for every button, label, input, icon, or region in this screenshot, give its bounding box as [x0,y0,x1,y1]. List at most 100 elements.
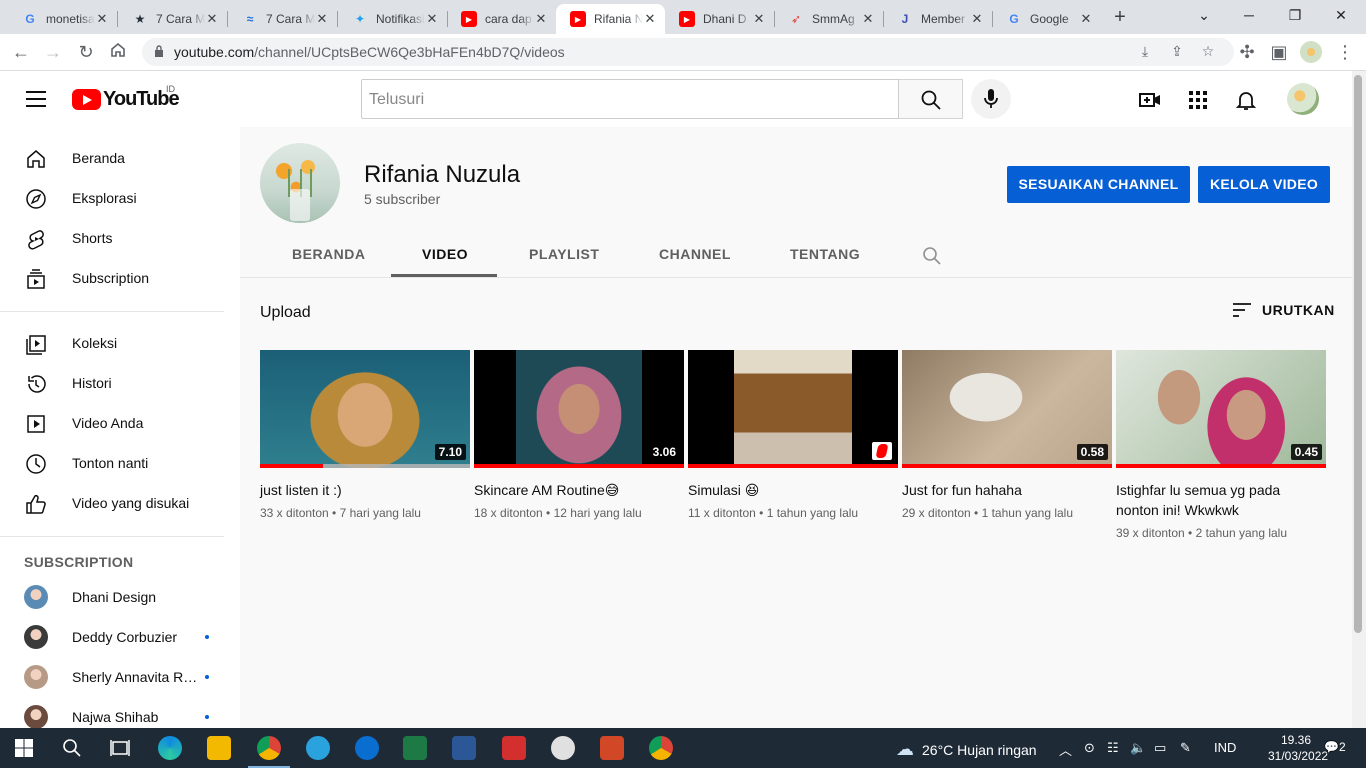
sort-button[interactable]: URUTKAN [1232,302,1335,318]
bookmark-star-icon[interactable]: ☆ [1199,43,1217,61]
video-thumbnail[interactable]: 0.45 [1116,350,1326,468]
bluetooth-icon[interactable] [355,736,379,760]
create-video-icon[interactable] [1138,88,1162,112]
word-icon[interactable] [452,736,476,760]
new-tab-button[interactable]: + [1108,6,1132,30]
tab-beranda[interactable]: BERANDA [292,246,366,262]
tab-playlist[interactable]: PLAYLIST [529,246,599,262]
scrollbar-thumb[interactable] [1354,75,1362,633]
browser-tab[interactable]: ▶ cara dap ✕ [447,4,556,34]
tab-close-icon[interactable]: ✕ [534,11,548,27]
browser-tab[interactable]: ▶ Rifania N ✕ [556,4,665,34]
share-icon[interactable]: ⇪ [1168,43,1186,61]
video-title[interactable]: Istighfar lu semua yg pada nonton ini! W… [1116,480,1326,520]
tab-close-icon[interactable]: ✕ [970,11,984,27]
network-icon[interactable]: ☷ [1107,740,1119,756]
video-title[interactable]: Skincare AM Routine😅 [474,480,684,500]
chrome-profile-icon[interactable] [649,736,673,760]
language-indicator[interactable]: IND [1214,740,1236,755]
battery-icon[interactable]: ▭ [1154,740,1166,756]
chrome-icon[interactable] [257,736,281,760]
meet-now-icon[interactable]: ⊙ [1084,740,1095,756]
tab-search-chevron-icon[interactable]: ⌄ [1181,4,1227,28]
pen-icon[interactable]: ✎ [1180,740,1191,756]
forward-arrow-icon[interactable]: → [42,41,64,63]
browser-tab[interactable]: ✦ Notifikasi ✕ [338,4,447,34]
video-title[interactable]: just listen it :) [260,480,470,500]
notification-center-icon[interactable]: 💬2 [1324,740,1346,754]
browser-tab[interactable]: ▶ Dhani D ✕ [665,4,774,34]
video-thumbnail[interactable]: 3.06 [474,350,684,468]
acrobat-icon[interactable] [502,736,526,760]
browser-menu-icon[interactable]: ⋮ [1334,41,1356,63]
powerpoint-icon[interactable] [600,736,624,760]
tab-close-icon[interactable]: ✕ [95,11,109,27]
tab-close-icon[interactable]: ✕ [425,11,439,27]
manage-videos-button[interactable]: KELOLA VIDEO [1198,166,1330,203]
sidebar-item-histori[interactable]: Histori [0,363,240,403]
video-thumbnail[interactable] [688,350,898,468]
video-title[interactable]: Just for fun hahaha [902,480,1112,500]
tab-close-icon[interactable]: ✕ [643,11,657,27]
sidebar-item-eksplorasi[interactable]: Eksplorasi [0,178,240,218]
file-explorer-icon[interactable] [207,736,231,760]
sidebar-item-beranda[interactable]: Beranda [0,138,240,178]
tab-tentang[interactable]: TENTANG [790,246,860,262]
youtube-logo[interactable]: YouTube ID [72,84,180,111]
customize-channel-button[interactable]: SESUAIKAN CHANNEL [1007,166,1190,203]
extensions-puzzle-icon[interactable]: ✣ [1236,41,1258,63]
side-panel-icon[interactable]: ▣ [1268,41,1290,63]
tab-video[interactable]: VIDEO [422,246,468,262]
video-card[interactable]: 3.06 Skincare AM Routine😅 18 x ditonton • … [474,350,684,520]
search-button[interactable] [899,79,963,119]
sidebar-item-koleksi[interactable]: Koleksi [0,323,240,363]
voice-search-button[interactable] [971,79,1011,119]
reload-icon[interactable]: ↻ [75,41,97,63]
browser-tab[interactable]: ★ 7 Cara M ✕ [118,4,227,34]
account-avatar[interactable] [1287,83,1319,115]
notifications-bell-icon[interactable] [1234,88,1258,112]
tray-chevron-icon[interactable]: ︿ [1059,740,1072,759]
browser-tab[interactable]: ➶ SmmAg ✕ [774,4,883,34]
app-icon[interactable] [551,736,575,760]
tab-close-icon[interactable]: ✕ [752,11,766,27]
restore-window-button[interactable]: ❐ [1272,4,1318,28]
sidebar-item-video-anda[interactable]: Video Anda [0,403,240,443]
tab-channel[interactable]: CHANNEL [659,246,731,262]
task-view-icon[interactable] [108,736,132,760]
video-card[interactable]: 0.58 Just for fun hahaha 29 x ditonton • 1… [902,350,1112,520]
browser-tab[interactable]: Gmonetisasi✕ [8,4,117,34]
home-icon[interactable] [107,41,129,63]
video-thumbnail[interactable]: 7.10 [260,350,470,468]
tab-close-icon[interactable]: ✕ [315,11,329,27]
volume-icon[interactable]: 🔈 [1130,740,1146,756]
apps-grid-icon[interactable] [1186,88,1210,112]
excel-icon[interactable] [403,736,427,760]
video-thumbnail[interactable]: 0.58 [902,350,1112,468]
video-title[interactable]: Simulasi 😆 [688,480,898,500]
video-card[interactable]: Simulasi 😆 11 x ditonton • 1 tahun yang l… [688,350,898,520]
clock[interactable]: 19.36 31/03/2022 [1268,732,1328,764]
hamburger-menu-icon[interactable] [26,91,46,107]
tab-close-icon[interactable]: ✕ [205,11,219,27]
address-bar[interactable]: youtube.com/channel/UCptsBeCW6Qe3bHaFEn4… [142,38,1234,66]
sidebar-item-shorts[interactable]: Shorts [0,218,240,258]
back-arrow-icon[interactable]: ← [10,41,32,63]
sidebar-item-subscription[interactable]: Subscription [0,258,240,298]
taskbar-search-icon[interactable] [60,736,84,760]
browser-tab[interactable]: ≈7 Cara M ✕ [228,4,337,34]
windows-start-icon[interactable] [12,736,36,760]
browser-tab[interactable]: J Member ✕ [883,4,992,34]
weather-widget[interactable]: ☁ 26°C Hujan ringan [896,739,1037,760]
telegram-icon[interactable] [306,736,330,760]
video-card[interactable]: 0.45 Istighfar lu semua yg pada nonton in… [1116,350,1326,540]
sidebar-item-tonton-nanti[interactable]: Tonton nanti [0,443,240,483]
profile-avatar[interactable] [1300,41,1322,63]
tab-close-icon[interactable]: ✕ [861,11,875,27]
install-app-icon[interactable]: ⤓ [1136,43,1154,61]
channel-avatar[interactable] [260,143,340,223]
close-window-button[interactable]: ✕ [1318,4,1364,28]
search-input[interactable]: Telusuri [361,79,899,119]
minimize-window-button[interactable]: ─ [1226,4,1272,28]
video-card[interactable]: 7.10 just listen it :) 33 x ditonton • 7 h… [260,350,470,520]
